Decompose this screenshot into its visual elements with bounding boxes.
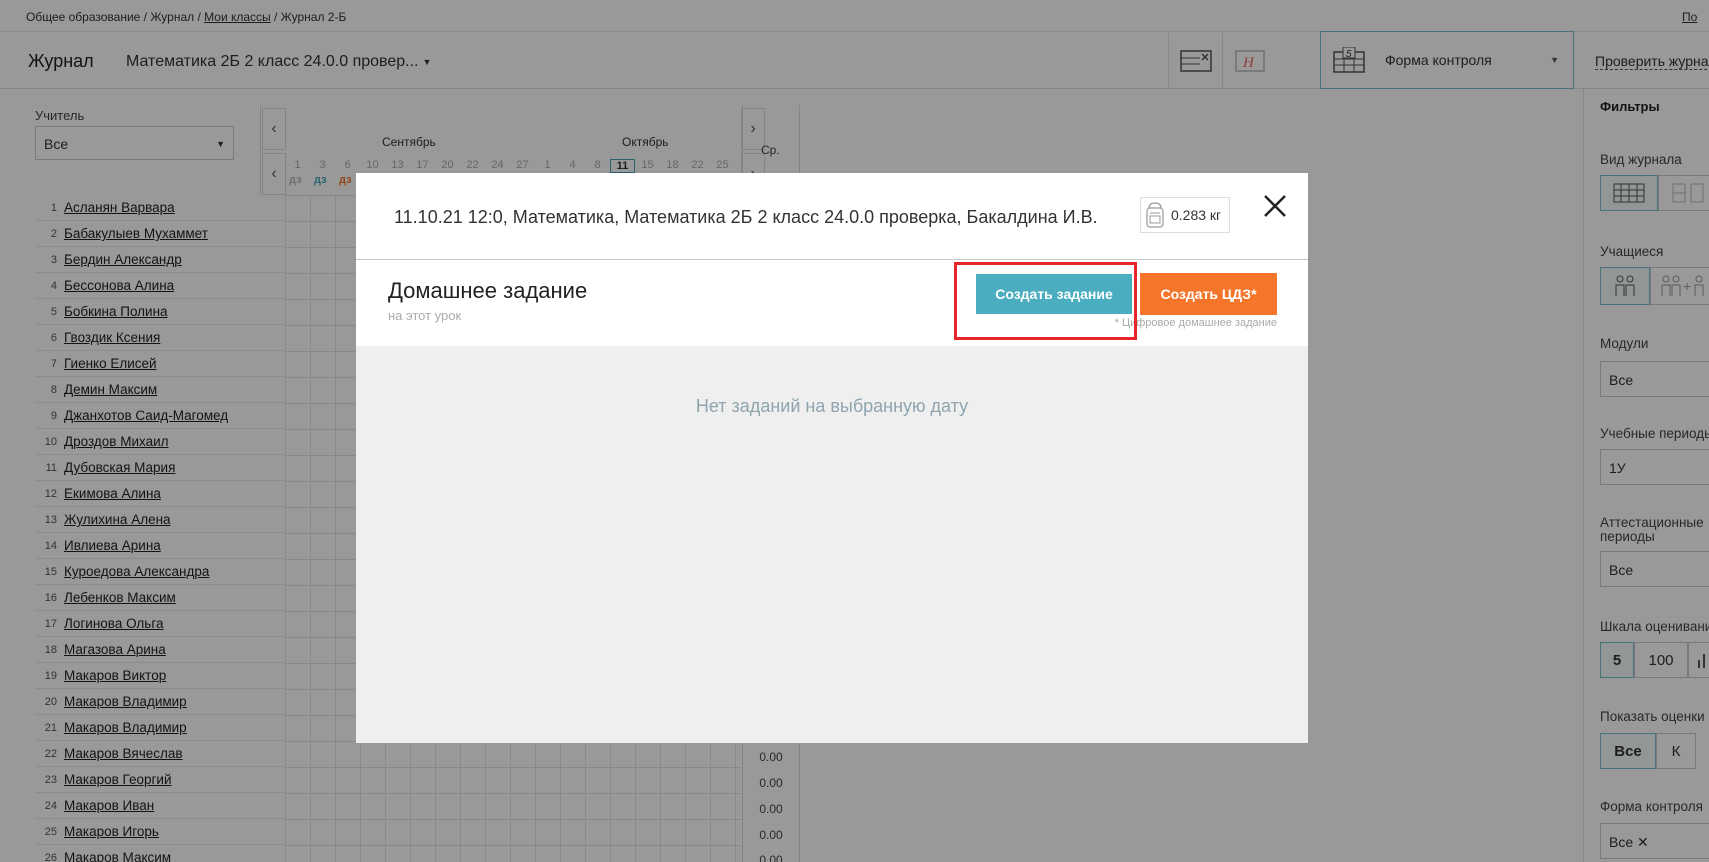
homework-list-area: Нет заданий на выбранную дату: [356, 346, 1308, 743]
backpack-weight: 0.283 кг: [1140, 197, 1230, 233]
homework-title: Домашнее задание: [388, 278, 588, 303]
backpack-icon: [1146, 202, 1164, 228]
lesson-info: 11.10.21 12:0, Математика, Математика 2Б…: [394, 207, 1098, 227]
homework-subtitle: на этот урок: [388, 308, 462, 323]
weight-value: 0.283 кг: [1171, 207, 1222, 223]
modal-header: 11.10.21 12:0, Математика, Математика 2Б…: [356, 173, 1308, 260]
close-icon: [1264, 195, 1286, 217]
highlight-box: [954, 262, 1137, 340]
homework-modal: 11.10.21 12:0, Математика, Математика 2Б…: [356, 173, 1308, 743]
empty-message: Нет заданий на выбранную дату: [695, 396, 969, 416]
close-button[interactable]: [1262, 193, 1288, 219]
create-cdz-button[interactable]: Создать ЦДЗ*: [1140, 273, 1277, 315]
